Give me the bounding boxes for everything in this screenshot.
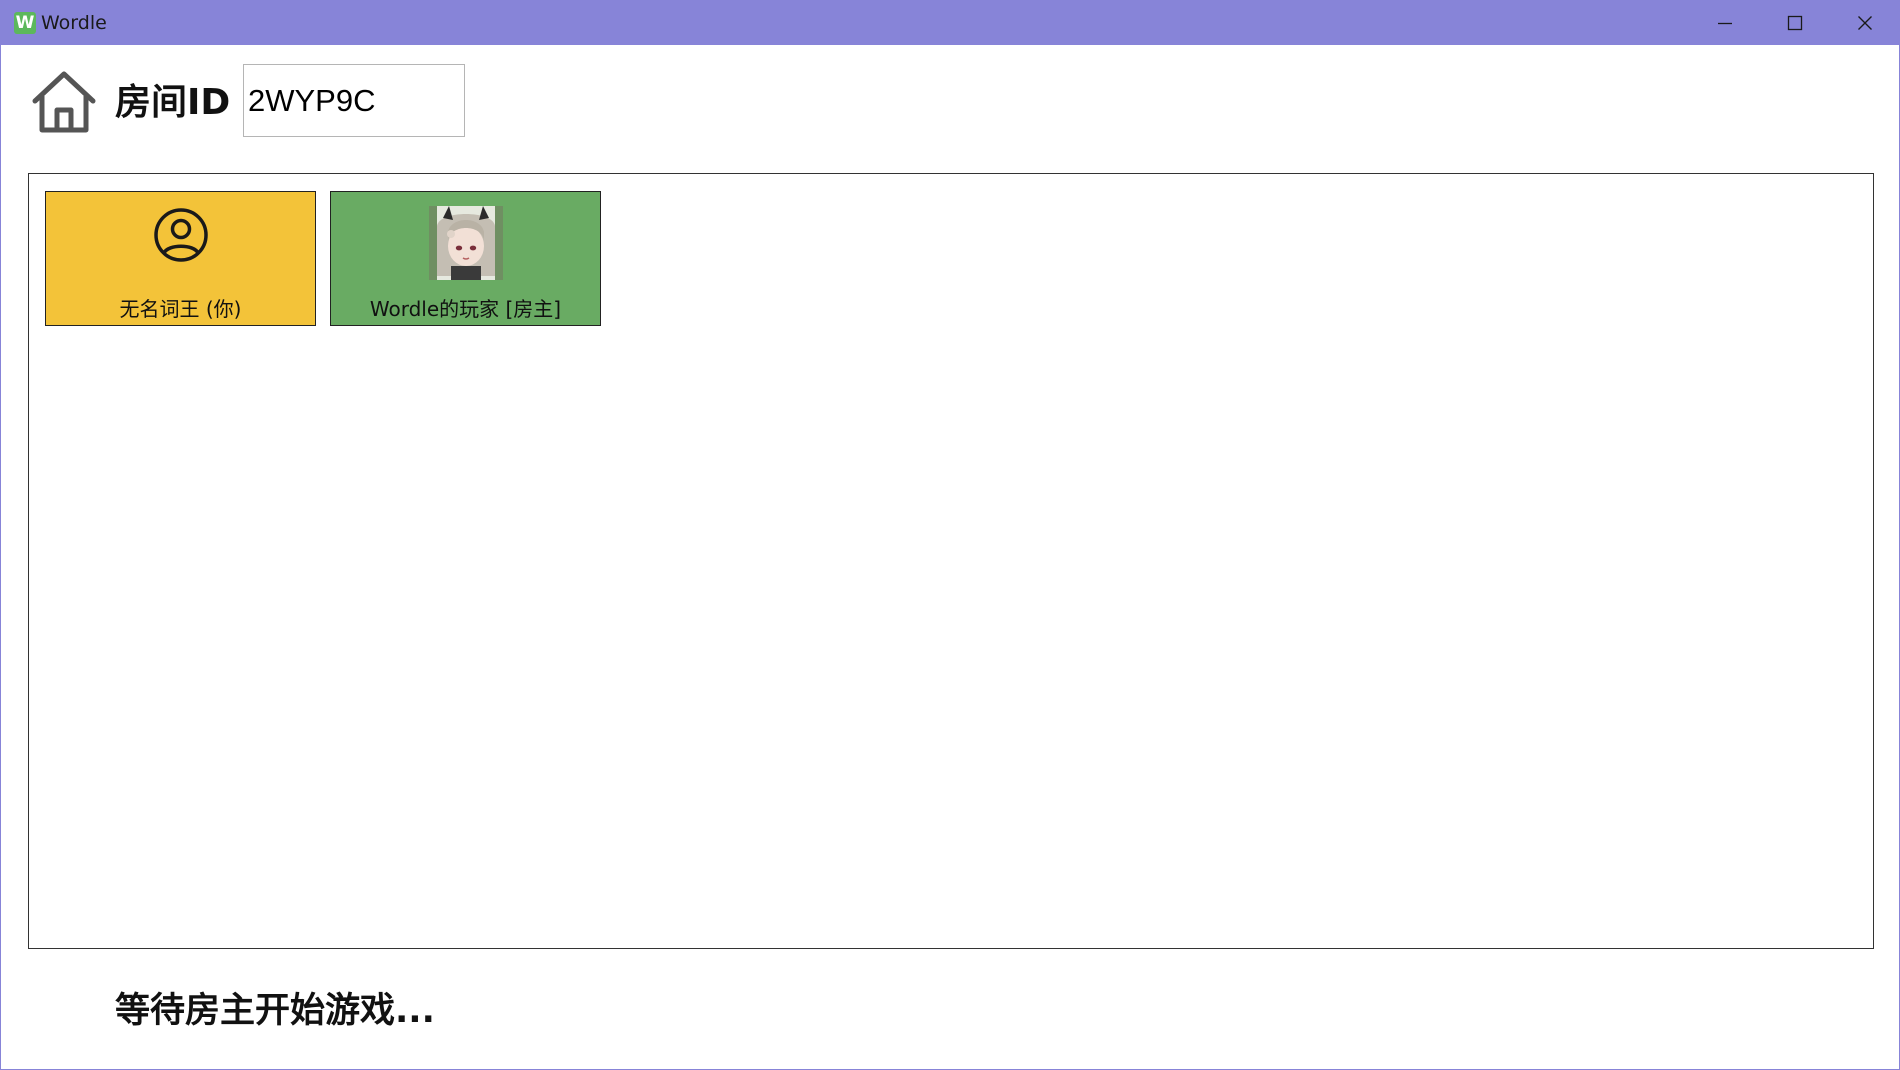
player-list: 无名词王 (你) Wordle的玩家 [房主] <box>28 173 1874 949</box>
maximize-icon <box>1787 15 1803 31</box>
status-message: 等待房主开始游戏... <box>115 991 435 1031</box>
title-bar[interactable]: W Wordle <box>1 1 1899 45</box>
player-name: Wordle的玩家 [房主] <box>369 297 562 321</box>
player-card-you[interactable]: 无名词王 (你) <box>45 191 316 326</box>
app-window: W Wordle 房间ID 无名词王 (你) <box>0 0 1900 1070</box>
minimize-icon <box>1718 22 1732 25</box>
home-icon <box>32 71 96 133</box>
close-icon <box>1858 16 1872 30</box>
room-id-field[interactable] <box>243 64 465 137</box>
home-button[interactable] <box>30 69 98 135</box>
maximize-button[interactable] <box>1760 1 1830 45</box>
app-logo-icon: W <box>14 12 36 34</box>
profile-picture-icon <box>429 206 503 280</box>
room-id-label: 房间ID <box>115 82 231 123</box>
player-name: 无名词王 (你) <box>119 297 242 321</box>
user-circle-icon <box>154 208 208 262</box>
minimize-button[interactable] <box>1690 1 1760 45</box>
close-button[interactable] <box>1830 1 1900 45</box>
window-title: Wordle <box>41 12 107 34</box>
player-card-host[interactable]: Wordle的玩家 [房主] <box>330 191 601 326</box>
host-avatar-image <box>429 206 503 280</box>
